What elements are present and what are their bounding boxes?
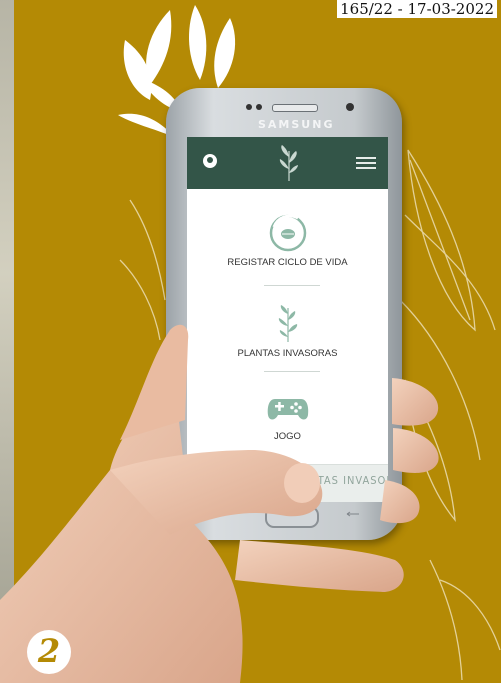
step-number-badge: 2 xyxy=(27,630,71,674)
divider xyxy=(264,285,320,286)
plant-logo-icon xyxy=(279,145,298,181)
hamburger-menu-icon[interactable] xyxy=(356,157,376,170)
menu-item-invasive-plants[interactable]: PLANTAS INVASORAS xyxy=(187,304,388,359)
front-camera xyxy=(346,103,354,111)
sensor-dot xyxy=(256,104,262,110)
back-icon[interactable] xyxy=(346,511,360,517)
document-stamp: 165/22 - 17-03-2022 xyxy=(337,0,497,18)
sensor-dot xyxy=(246,104,252,110)
menu-item-label: PLANTAS INVASORAS xyxy=(237,348,338,359)
phone-brand: SAMSUNG xyxy=(258,118,335,131)
bottom-banner[interactable]: CICLO DE VIDA PLANTAS INVASORAS xyxy=(187,464,388,502)
user-icon[interactable] xyxy=(203,154,217,168)
life-cycle-icon xyxy=(269,214,306,252)
scene: 165/22 - 17-03-2022 SAMSUNG REGISTAR CIC… xyxy=(0,0,501,683)
menu-item-label: REGISTAR CICLO DE VIDA xyxy=(227,257,348,268)
gamepad-icon xyxy=(267,399,308,420)
plant-icon xyxy=(278,305,297,342)
earpiece-speaker xyxy=(272,104,318,112)
menu-item-life-cycle[interactable]: REGISTAR CICLO DE VIDA xyxy=(187,213,388,268)
app-header xyxy=(187,137,388,189)
divider xyxy=(264,371,320,372)
home-button[interactable] xyxy=(265,506,319,528)
menu-item-game[interactable]: JOGO xyxy=(187,393,388,442)
menu-item-label: JOGO xyxy=(274,431,301,442)
phone-screen: REGISTAR CICLO DE VIDA PLANTAS INVASORAS xyxy=(187,137,388,502)
